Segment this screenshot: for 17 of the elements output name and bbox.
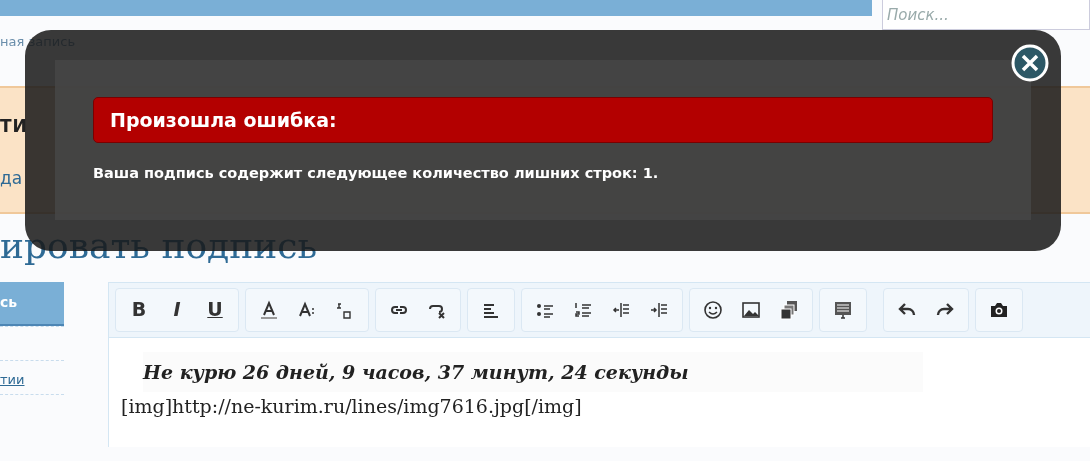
format-button[interactable]: B (120, 289, 158, 330)
text-color-icon (259, 299, 279, 320)
smiley-icon (703, 299, 723, 320)
close-button[interactable] (1010, 43, 1050, 83)
error-message: Ваша подпись содержит следующее количество лишних строк: 1. (93, 164, 660, 183)
signature-text: Не курю 26 дней, 9 часов, 37 минут, 24 секунды (143, 351, 923, 392)
editor-text: [img]http://ne-kurim.ru/lines/img7616.jpg[/img] (121, 394, 583, 419)
gallery-icon (779, 299, 799, 320)
search-field[interactable]: Поиск... (882, 0, 1090, 30)
template-icon (833, 299, 853, 320)
error-title: Произошла ошибка: (93, 97, 993, 143)
image-icon (741, 299, 761, 320)
sidebar-link[interactable]: тии (0, 369, 64, 389)
format-button[interactable]: I (158, 289, 196, 330)
banner-text: да (0, 167, 23, 190)
format-button[interactable]: U (196, 289, 234, 330)
close-icon (1010, 43, 1050, 83)
